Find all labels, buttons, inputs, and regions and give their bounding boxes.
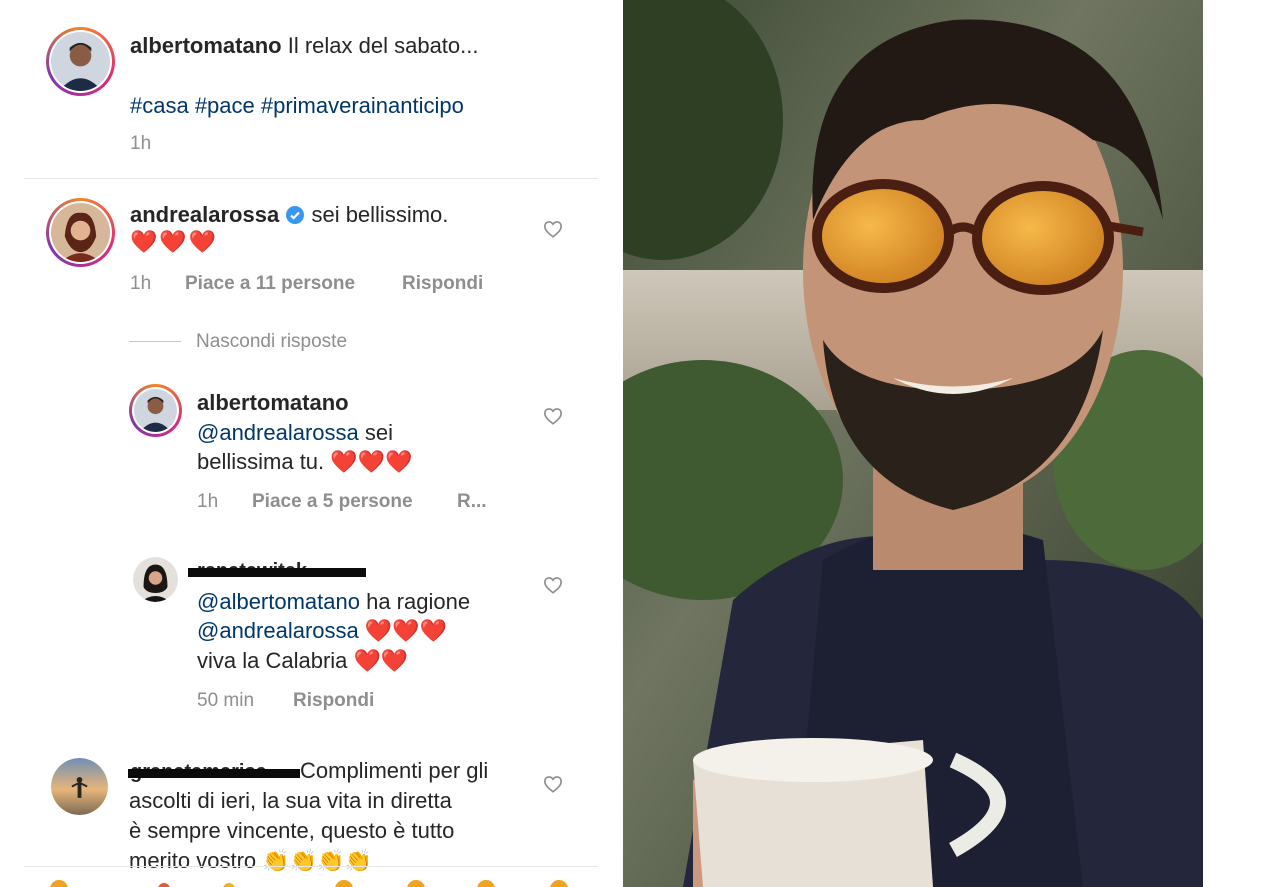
- comment-likes-link[interactable]: Piace a 11 persone: [185, 273, 355, 295]
- reply-avatar[interactable]: [133, 557, 178, 602]
- post-author-avatar[interactable]: [46, 27, 115, 96]
- heart-outline-icon[interactable]: [543, 576, 563, 594]
- reply-time: 50 min: [197, 690, 255, 711]
- heart-outline-icon[interactable]: [543, 407, 563, 425]
- clap-emojis: 👏👏👏👏: [262, 848, 372, 873]
- comment-text: Complimenti per gli: [300, 758, 489, 783]
- comment-text: è sempre vincente, questo è tutto: [129, 818, 455, 843]
- comment-avatar[interactable]: [46, 198, 115, 267]
- comment-reply-button[interactable]: Rispondi: [402, 273, 483, 295]
- page-margin: [1203, 0, 1280, 887]
- reply-mention[interactable]: @albertomatano: [197, 589, 360, 614]
- reply-text-line: @andrealarossa sei: [197, 418, 393, 448]
- comment-line: andrealarossa sei bellissimo.: [130, 200, 448, 230]
- replies-line: [129, 341, 181, 342]
- reply-mention[interactable]: @andrealarossa: [197, 420, 359, 445]
- reply-text: bellissima tu.: [197, 449, 331, 474]
- reply-text: sei: [358, 420, 394, 445]
- reply-text: viva la Calabria: [197, 648, 354, 673]
- divider: [24, 866, 598, 867]
- reply-likes-link[interactable]: Piace a 5 persone: [252, 491, 413, 513]
- reply-avatar[interactable]: [129, 384, 182, 437]
- post-caption-line: albertomatano Il relax del sabato...: [130, 31, 479, 61]
- reply-text-line: @andrealarossa ❤️❤️❤️: [197, 616, 447, 646]
- reply-username[interactable]: albertomatano: [197, 388, 349, 418]
- post-time: 1h: [130, 133, 152, 154]
- divider: [24, 178, 598, 179]
- reply-hearts: ❤️❤️❤️: [364, 618, 448, 643]
- comment-text: ascolti di ieri, la sua vita in diretta: [129, 788, 452, 813]
- comment-text: merito vostro: [129, 848, 263, 873]
- post-photo: [623, 0, 1203, 887]
- comments-panel: albertomatano Il relax del sabato... #ca…: [0, 0, 600, 887]
- comment-hearts: ❤️❤️❤️: [130, 229, 219, 254]
- comment-text-line: merito vostro 👏👏👏👏: [129, 846, 372, 876]
- heart-outline-icon[interactable]: [543, 775, 563, 793]
- reply-text-line: @albertomatano ha ragione: [197, 587, 470, 617]
- reply-text-line: viva la Calabria ❤️❤️: [197, 646, 408, 676]
- reply-hearts: ❤️❤️: [353, 648, 409, 673]
- comment-username[interactable]: andrealarossa: [130, 202, 279, 227]
- reply-text: ha ragione: [359, 589, 471, 614]
- comment-avatar[interactable]: [51, 758, 108, 815]
- reply-reply-button[interactable]: Rispondi: [293, 690, 374, 712]
- reply-hearts: ❤️❤️❤️: [330, 449, 413, 474]
- redaction-bar: [188, 568, 366, 577]
- reply-mention[interactable]: @andrealarossa: [197, 618, 359, 643]
- post-author-name[interactable]: albertomatano: [130, 33, 282, 58]
- reply-text-line: bellissima tu. ❤️❤️❤️: [197, 447, 412, 477]
- redaction-bar: [128, 769, 300, 778]
- hide-replies-button[interactable]: Nascondi risposte: [196, 331, 347, 353]
- comment-time: 1h: [130, 273, 152, 294]
- post-caption: Il relax del sabato...: [287, 33, 479, 58]
- reply-reply-button[interactable]: R...: [457, 491, 487, 513]
- heart-outline-icon[interactable]: [543, 220, 563, 238]
- verified-badge-icon: [285, 203, 305, 224]
- reply-time: 1h: [197, 491, 219, 512]
- emoji-bar-cutoff: [24, 876, 598, 887]
- post-hashtags[interactable]: #casa #pace #primaverainanticipo: [130, 91, 464, 121]
- comment-text: sei bellissimo.: [311, 202, 449, 227]
